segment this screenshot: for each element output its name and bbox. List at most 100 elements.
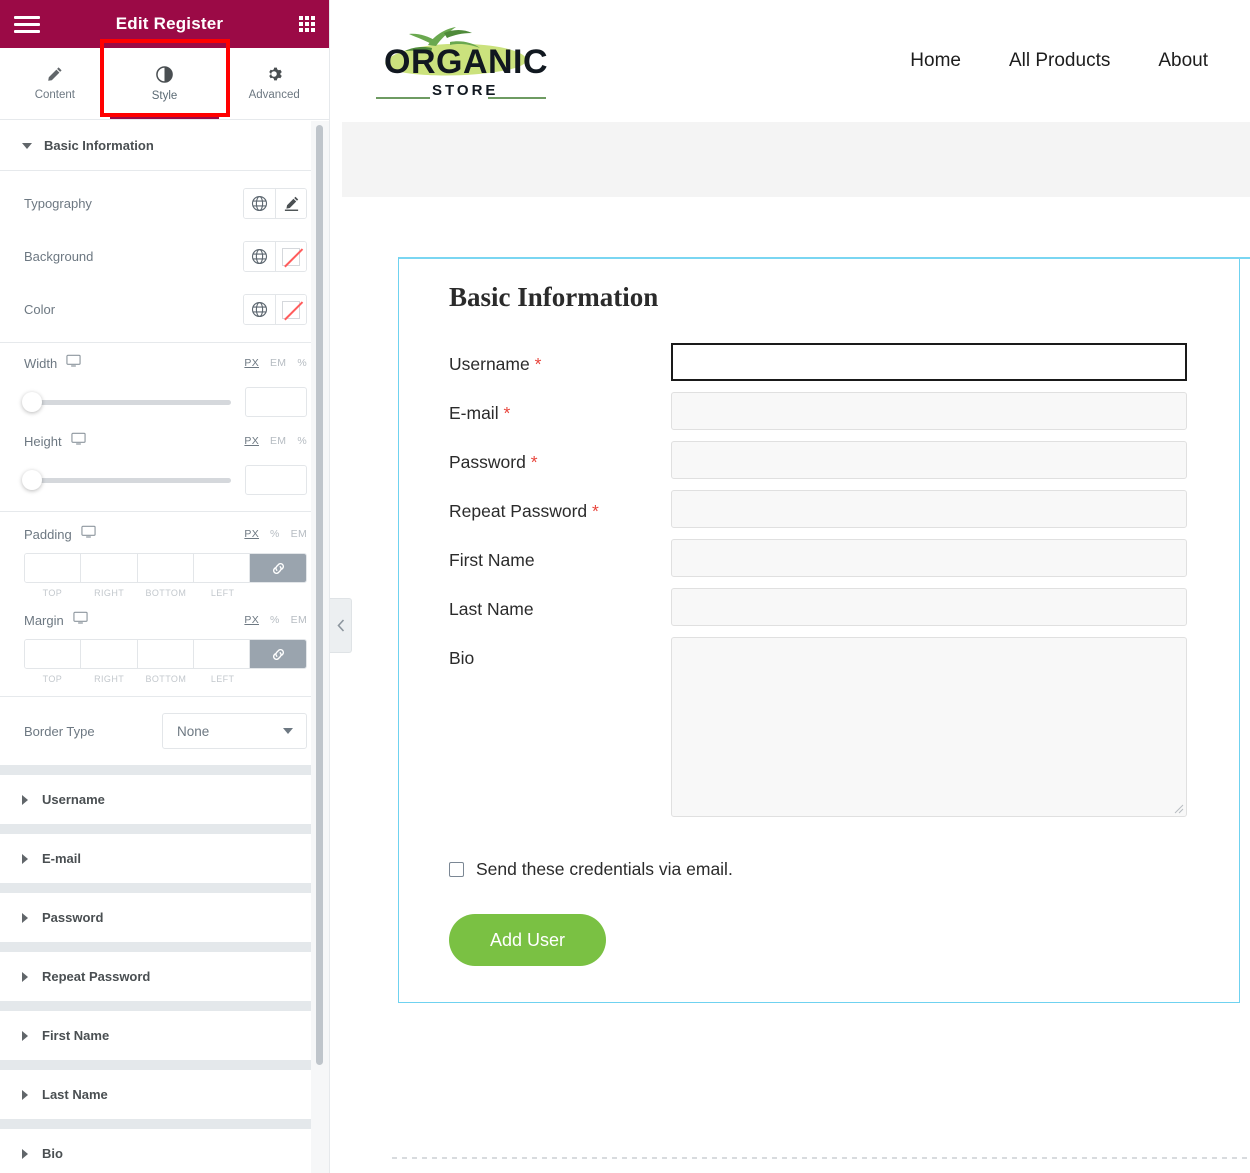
- chevron-right-icon: [22, 1148, 28, 1159]
- control-typography-label: Typography: [24, 196, 92, 211]
- height-unit-pct[interactable]: %: [297, 435, 307, 447]
- gear-icon: [266, 66, 282, 82]
- height-slider-knob[interactable]: [22, 470, 42, 490]
- editor-app: Edit Register Content Style Advanced Bas…: [0, 0, 1250, 1173]
- last-name-label: Last Name: [449, 599, 534, 619]
- nav-item-all-products[interactable]: All Products: [1009, 50, 1110, 72]
- padding-right-input[interactable]: [81, 554, 138, 582]
- margin-inputs: [24, 639, 307, 669]
- chevron-right-icon: [22, 853, 28, 864]
- desktop-icon[interactable]: [70, 431, 86, 451]
- globe-icon[interactable]: [244, 295, 275, 324]
- height-slider[interactable]: [22, 470, 231, 490]
- tab-style[interactable]: Style: [109, 48, 220, 119]
- desktop-icon[interactable]: [81, 524, 96, 544]
- password-input[interactable]: [671, 441, 1187, 479]
- width-unit-em[interactable]: EM: [270, 357, 286, 369]
- width-slider[interactable]: [22, 392, 231, 412]
- organic-store-logo[interactable]: ORGANIC STORE: [370, 15, 555, 107]
- padding-cap-right: RIGHT: [94, 588, 125, 598]
- desktop-icon[interactable]: [66, 353, 81, 373]
- padding-unit-pct[interactable]: %: [270, 528, 280, 540]
- form-row-bio: Bio: [399, 637, 1239, 817]
- grid-apps-icon[interactable]: [299, 16, 315, 32]
- padding-link-icon[interactable]: [250, 554, 306, 582]
- margin-units: PX % EM: [244, 614, 307, 626]
- email-input[interactable]: [671, 392, 1187, 430]
- width-unit-px[interactable]: PX: [244, 357, 259, 369]
- margin-top-input[interactable]: [25, 640, 82, 668]
- height-units: PX EM %: [244, 435, 307, 447]
- height-unit-px[interactable]: PX: [244, 435, 259, 447]
- tab-advanced[interactable]: Advanced: [219, 48, 330, 119]
- form-row-last-name: Last Name: [399, 588, 1239, 626]
- padding-left-input[interactable]: [193, 554, 250, 582]
- panel-collapse-handle[interactable]: [330, 598, 352, 653]
- height-unit-em[interactable]: EM: [270, 435, 286, 447]
- username-label: Username *: [449, 354, 542, 374]
- form-row-password: Password *: [399, 441, 1239, 479]
- tab-content[interactable]: Content: [0, 48, 110, 119]
- bio-textarea[interactable]: [671, 637, 1187, 817]
- margin-link-icon[interactable]: [250, 640, 306, 668]
- sidebar-section-password[interactable]: Password: [0, 893, 329, 942]
- control-height: Height PX EM %: [0, 427, 329, 505]
- padding-unit-px[interactable]: PX: [244, 528, 259, 540]
- text-color-swatch-icon[interactable]: [275, 295, 306, 324]
- control-background-label: Background: [24, 249, 94, 264]
- last-name-input[interactable]: [671, 588, 1187, 626]
- repeat-password-input[interactable]: [671, 490, 1187, 528]
- globe-icon[interactable]: [244, 242, 275, 271]
- margin-unit-em[interactable]: EM: [291, 614, 307, 626]
- background-color-swatch-icon[interactable]: [275, 242, 306, 271]
- desktop-icon[interactable]: [73, 610, 88, 630]
- width-value-input[interactable]: [245, 387, 307, 417]
- site-preview: ORGANIC STORE Home All Products About Ba…: [342, 0, 1250, 1003]
- panel-scrollbar-thumb[interactable]: [316, 125, 323, 1065]
- sidebar-section-last-name[interactable]: Last Name: [0, 1070, 329, 1119]
- margin-bottom-input[interactable]: [137, 640, 194, 668]
- first-name-input[interactable]: [671, 539, 1187, 577]
- width-slider-knob[interactable]: [22, 392, 42, 412]
- register-form-widget[interactable]: Basic Information Username * E-mail * Pa…: [398, 257, 1250, 1003]
- width-unit-pct[interactable]: %: [297, 357, 307, 369]
- padding-bottom-input[interactable]: [137, 554, 194, 582]
- color-buttons: [243, 294, 307, 325]
- control-padding-label: Padding: [24, 526, 72, 542]
- border-type-select[interactable]: None: [162, 713, 307, 749]
- sidebar-section-username[interactable]: Username: [0, 775, 329, 824]
- margin-unit-pct[interactable]: %: [270, 614, 280, 626]
- sidebar-section-email[interactable]: E-mail: [0, 834, 329, 883]
- margin-cap-bottom: BOTTOM: [145, 674, 187, 684]
- send-credentials-checkbox[interactable]: [449, 862, 464, 877]
- sidebar-section-username-label: Username: [42, 792, 105, 807]
- register-form-area: Basic Information Username * E-mail * Pa…: [342, 197, 1250, 1003]
- margin-left-input[interactable]: [193, 640, 250, 668]
- margin-cap-top: TOP: [42, 674, 63, 684]
- sidebar-section-repeat-password[interactable]: Repeat Password: [0, 952, 329, 1001]
- padding-side-labels: TOP RIGHT BOTTOM LEFT: [24, 588, 307, 598]
- margin-cap-left: LEFT: [210, 674, 235, 684]
- nav-item-about[interactable]: About: [1158, 50, 1208, 72]
- required-asterisk: *: [592, 501, 599, 521]
- sidebar-section-first-name[interactable]: First Name: [0, 1011, 329, 1060]
- margin-unit-px[interactable]: PX: [244, 614, 259, 626]
- globe-icon[interactable]: [244, 189, 275, 218]
- control-padding: Padding PX % EM TOP RIGHT BOTTOM LEFT: [0, 518, 329, 604]
- elementor-editor-panel: Edit Register Content Style Advanced Bas…: [0, 0, 330, 1173]
- section-basic-information[interactable]: Basic Information: [0, 121, 329, 171]
- padding-top-input[interactable]: [25, 554, 82, 582]
- panel-scroll-area[interactable]: Basic Information Typography Background …: [0, 121, 329, 1173]
- username-input[interactable]: [671, 343, 1187, 381]
- hamburger-icon[interactable]: [14, 14, 40, 34]
- height-value-input[interactable]: [245, 465, 307, 495]
- nav-item-home[interactable]: Home: [910, 50, 961, 72]
- chevron-right-icon: [22, 1030, 28, 1041]
- sidebar-section-bio[interactable]: Bio: [0, 1129, 329, 1173]
- chevron-right-icon: [22, 971, 28, 982]
- resize-grip-icon[interactable]: [1174, 804, 1184, 814]
- padding-unit-em[interactable]: EM: [291, 528, 307, 540]
- add-user-button[interactable]: Add User: [449, 914, 606, 966]
- margin-right-input[interactable]: [81, 640, 138, 668]
- typography-edit-pencil-icon[interactable]: [275, 189, 306, 218]
